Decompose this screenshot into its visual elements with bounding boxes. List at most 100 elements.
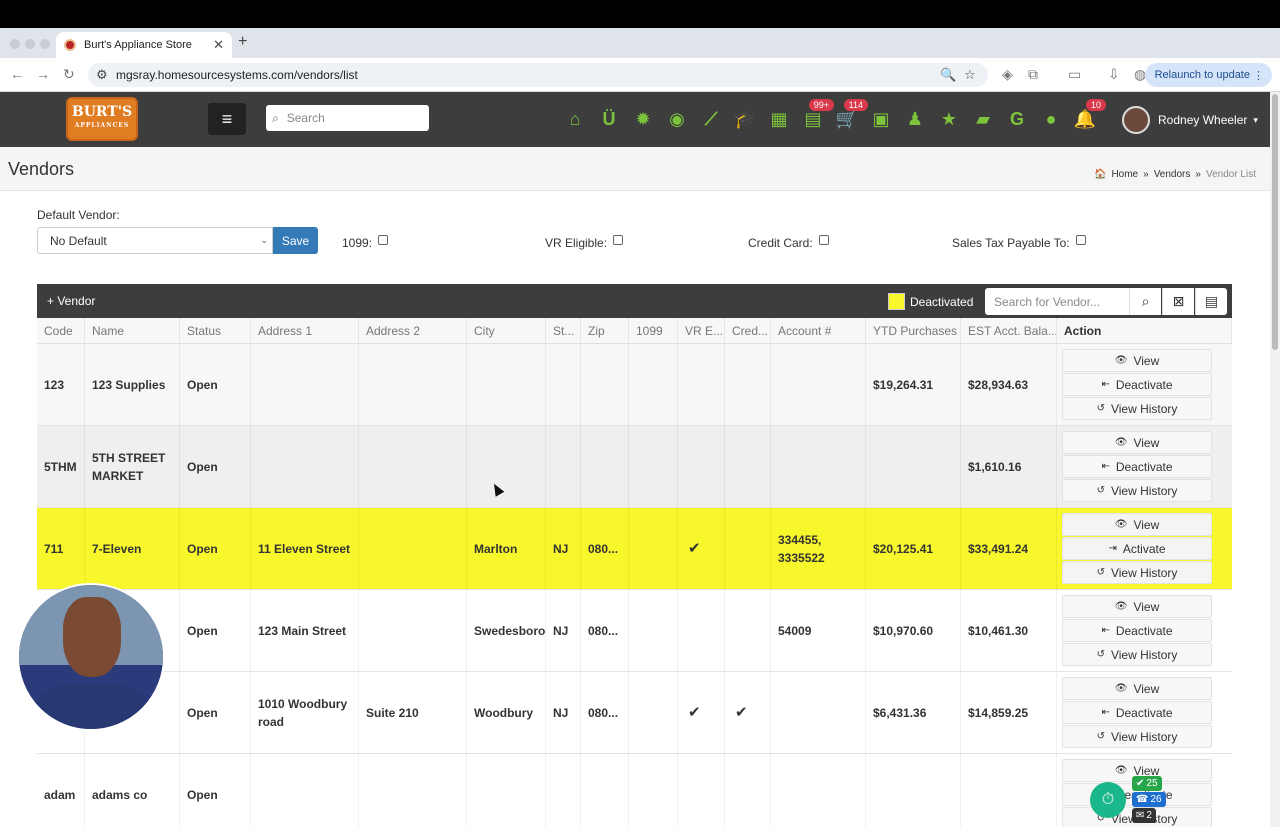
filter-1099[interactable]: 1099: xyxy=(342,235,389,250)
export-document-button[interactable]: ▤ xyxy=(1195,288,1227,315)
column-header[interactable]: YTD Purchases xyxy=(866,318,961,344)
activate-button[interactable]: ⇥ Activate xyxy=(1062,537,1212,560)
column-header[interactable]: Action xyxy=(1057,318,1232,344)
save-button[interactable]: Save xyxy=(273,227,318,254)
column-header[interactable]: VR E... xyxy=(678,318,725,344)
map-pin-icon[interactable]: ◉ xyxy=(660,105,694,133)
reload-icon[interactable]: ↻ xyxy=(63,66,75,83)
column-header[interactable]: Status xyxy=(180,318,251,344)
star-icon[interactable]: ★ xyxy=(932,105,966,133)
view-button[interactable]: 👁 View xyxy=(1062,677,1212,700)
menu-hamburger-icon[interactable]: ≡ xyxy=(208,103,246,135)
kebab-menu-icon[interactable]: ⋮ xyxy=(1253,69,1264,82)
table-row[interactable]: Open 123 Main Street Swedesboro NJ 080... 540… xyxy=(37,590,1232,672)
url-field[interactable]: ⚙ mgsray.homesourcesystems.com/vendors/l… xyxy=(88,63,988,87)
deactivate-button[interactable]: ⇤ Deactivate xyxy=(1062,455,1212,478)
table-row[interactable]: 711 7-Eleven Open 11 Eleven Street Marlton NJ… xyxy=(37,508,1232,590)
filter-sales-tax[interactable]: Sales Tax Payable To: xyxy=(952,235,1086,250)
column-header[interactable]: St... xyxy=(546,318,581,344)
view-history-button[interactable]: ↺ View History xyxy=(1062,643,1212,666)
breadcrumb-home[interactable]: Home xyxy=(1111,169,1138,180)
header-search-input[interactable]: ⌕ Search xyxy=(266,105,429,131)
activity-widget[interactable]: ⏱ ✔ 25 ☎ 26 ✉ 2 xyxy=(1090,776,1166,826)
add-vendor-button[interactable]: + Vendor xyxy=(47,294,95,308)
filter-cc-checkbox[interactable] xyxy=(818,235,829,245)
vendor-search-input[interactable]: Search for Vendor... xyxy=(985,288,1129,315)
browser-tab[interactable]: Burt's Appliance Store ✕ xyxy=(56,32,232,58)
view-history-button[interactable]: ↺ View History xyxy=(1062,725,1212,748)
search-button[interactable]: ⌕ xyxy=(1129,288,1161,315)
google-icon-glyph: G xyxy=(1009,108,1024,129)
scrollbar-thumb[interactable] xyxy=(1272,94,1278,350)
extension-icon[interactable]: ◈ xyxy=(1002,66,1013,83)
column-header[interactable]: Name xyxy=(85,318,180,344)
store-logo[interactable]: BURT'S APPLIANCES xyxy=(66,97,138,141)
column-header[interactable]: 1099 xyxy=(629,318,678,344)
column-header[interactable]: Account # xyxy=(771,318,866,344)
window-close-dot[interactable] xyxy=(10,39,20,49)
deactivate-button[interactable]: ⇤ Deactivate xyxy=(1062,619,1212,642)
column-header[interactable]: EST Acct. Bala... xyxy=(961,318,1057,344)
view-history-button[interactable]: ↺ View History xyxy=(1062,561,1212,584)
briefcase-icon[interactable]: ▣ xyxy=(864,105,898,133)
home-icon[interactable]: ⌂ xyxy=(558,105,592,133)
page-scrollbar[interactable] xyxy=(1270,92,1280,827)
bookmark-star-icon[interactable]: ☆ xyxy=(964,67,976,83)
filter-vr-eligible[interactable]: VR Eligible: xyxy=(545,235,624,250)
deactivate-button[interactable]: ⇤ Deactivate xyxy=(1062,373,1212,396)
breadcrumb-vendors[interactable]: Vendors xyxy=(1154,169,1191,180)
user-menu[interactable]: Rodney Wheeler ▾ xyxy=(1122,106,1258,134)
search-icon: ⌕ xyxy=(272,110,279,125)
cart-icon[interactable]: 🛒 114 xyxy=(830,99,868,133)
deactivate-button[interactable]: ⇤ Deactivate xyxy=(1062,701,1212,724)
column-header[interactable]: Cred... xyxy=(725,318,771,344)
puzzle-icon[interactable]: ⧉ xyxy=(1028,66,1038,83)
site-info-icon[interactable]: ⚙ xyxy=(96,67,108,83)
view-button[interactable]: 👁 View xyxy=(1062,431,1212,454)
view-button[interactable]: 👁 View xyxy=(1062,349,1212,372)
download-icon[interactable]: ⇩ xyxy=(1108,66,1120,83)
cell-zip xyxy=(581,754,629,827)
relaunch-button[interactable]: Relaunch to update ⋮ xyxy=(1144,63,1272,87)
tab-close-icon[interactable]: ✕ xyxy=(213,37,224,53)
filter-1099-checkbox[interactable] xyxy=(378,235,389,245)
default-vendor-select[interactable]: No Default ⌄ xyxy=(37,227,273,254)
new-tab-button[interactable]: + xyxy=(238,33,247,51)
window-minimize-dot[interactable] xyxy=(25,39,35,49)
gear-icon[interactable]: ✹ xyxy=(626,105,660,133)
google-icon[interactable]: G xyxy=(1000,105,1034,133)
forward-icon[interactable]: → xyxy=(36,66,50,82)
u-icon[interactable]: Ü xyxy=(592,105,626,133)
column-header[interactable]: Code xyxy=(37,318,85,344)
view-history-button[interactable]: ↺ View History xyxy=(1062,479,1212,502)
filter-credit-card[interactable]: Credit Card: xyxy=(748,235,829,250)
register-icon[interactable]: ▤ 99+ xyxy=(796,99,834,133)
chat-icon[interactable]: ● xyxy=(1034,105,1068,133)
calculator-icon[interactable]: ▦ xyxy=(762,105,796,133)
users-icon[interactable]: ♟ xyxy=(898,105,932,133)
zoom-icon[interactable]: 🔍 xyxy=(940,67,956,83)
column-header[interactable]: Address 2 xyxy=(359,318,467,344)
view-button[interactable]: 👁 View xyxy=(1062,595,1212,618)
history-icon: ↺ xyxy=(1096,485,1105,496)
table-row[interactable]: Par...Open1010 Woodbury roadSuite 210Woo… xyxy=(37,672,1232,754)
table-row[interactable]: 5THM 5TH STREET MARKET Open $1,610.16 👁 View ⇤… xyxy=(37,426,1232,508)
view-history-button[interactable]: ↺ View History xyxy=(1062,397,1212,420)
view-button[interactable]: 👁 View xyxy=(1062,513,1212,536)
export-excel-button[interactable]: ⊠ xyxy=(1162,288,1194,315)
chart-line-icon[interactable]: ⟋ xyxy=(694,105,728,133)
graduation-cap-icon[interactable]: 🎓 xyxy=(728,105,762,133)
table-row[interactable]: 123 123 Supplies Open $19,264.31 $28,934.63 👁… xyxy=(37,344,1232,426)
back-icon[interactable]: ← xyxy=(10,66,24,82)
column-header[interactable]: Address 1 xyxy=(251,318,359,344)
timer-icon[interactable]: ⏱ xyxy=(1090,782,1126,818)
folder-icon[interactable]: ▰ xyxy=(966,105,1000,133)
window-zoom-dot[interactable] xyxy=(40,39,50,49)
bell-icon[interactable]: 🔔 10 xyxy=(1068,99,1106,133)
cast-icon[interactable]: ▭ xyxy=(1068,66,1081,83)
table-row[interactable]: adamadams coOpen👁View⇤Deactivate↺View Hi… xyxy=(37,754,1232,827)
filter-tax-checkbox[interactable] xyxy=(1075,235,1086,245)
filter-vr-checkbox[interactable] xyxy=(613,235,624,245)
column-header[interactable]: Zip xyxy=(581,318,629,344)
column-header[interactable]: City xyxy=(467,318,546,344)
